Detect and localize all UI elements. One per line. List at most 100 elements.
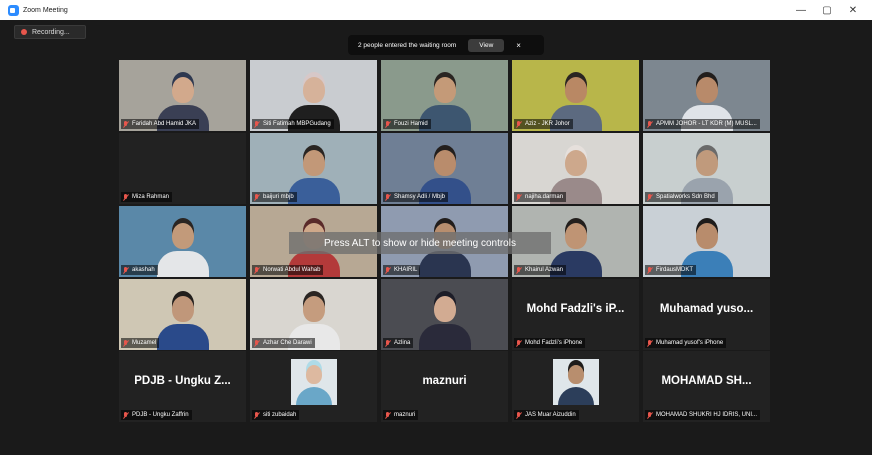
participant-name-label: najiha.darman: [514, 192, 567, 202]
figure-body: [156, 324, 209, 350]
participant-tile[interactable]: Shamsy Adli / Mbjb: [381, 133, 508, 204]
participant-name-label: KHAIRIL: [383, 265, 421, 275]
figure-body: [418, 251, 471, 277]
participant-tile[interactable]: Azlina: [381, 279, 508, 350]
participant-video-figure: [156, 288, 210, 350]
figure-head: [564, 223, 587, 249]
figure-head: [171, 223, 194, 249]
participant-name-label: Faridah Abd Hamid JKA: [121, 119, 200, 129]
participant-tile[interactable]: APMM JOHOR - LT KDR (M) MUSL...: [643, 60, 770, 131]
mic-muted-icon: [647, 339, 653, 347]
participant-name: Muhamad yusof's iPhone: [656, 340, 724, 346]
profile-picture: [290, 359, 337, 405]
participant-tile[interactable]: PDJB - Ungku Z... PDJB - Ungku Zaffrin: [119, 351, 246, 422]
participant-tile[interactable]: maznuri maznuri: [381, 351, 508, 422]
mic-muted-icon: [385, 120, 391, 128]
profile-picture: [552, 359, 599, 405]
participant-name-label: Miza Rahman: [121, 192, 173, 202]
participant-name-label: JAS Muar Aizuddin: [514, 410, 579, 420]
participant-tile[interactable]: JAS Muar Aizuddin: [512, 351, 639, 422]
participant-tile[interactable]: Muhamad yuso... Muhamad yusof's iPhone: [643, 279, 770, 350]
figure-head: [695, 150, 718, 176]
participant-name-label: Shamsy Adli / Mbjb: [383, 192, 449, 202]
waiting-room-notification: 2 people entered the waiting room View ×: [348, 35, 544, 55]
window-titlebar: Zoom Meeting — ▢ ✕: [0, 0, 872, 20]
participant-name: Miza Rahman: [132, 194, 170, 200]
participant-tile[interactable]: Azhar Che Darawi: [250, 279, 377, 350]
participant-name: Spatialworks Sdn Bhd: [656, 194, 715, 200]
participant-name: baijuri mbjb: [263, 194, 294, 200]
mic-muted-icon: [123, 339, 129, 347]
mic-muted-icon: [385, 339, 391, 347]
mic-muted-icon: [123, 120, 129, 128]
participant-name-label: Spatialworks Sdn Bhd: [645, 192, 718, 202]
figure-body: [557, 387, 594, 405]
mic-muted-icon: [647, 120, 653, 128]
figure-head: [171, 77, 194, 103]
figure-head: [567, 365, 584, 384]
figure-head: [433, 77, 456, 103]
figure-head: [302, 296, 325, 322]
participant-name-label: MOHAMAD SHUKRI HJ IDRIS, UNI...: [645, 410, 761, 420]
participant-tile[interactable]: najiha.darman: [512, 133, 639, 204]
figure-body: [156, 251, 209, 277]
participant-tile[interactable]: Siti Fatimah MBPGudang: [250, 60, 377, 131]
participant-tile[interactable]: Muzamel: [119, 279, 246, 350]
participant-name: PDJB - Ungku Zaffrin: [132, 412, 189, 418]
participant-tile[interactable]: Spatialworks Sdn Bhd: [643, 133, 770, 204]
recording-dot-icon: [21, 29, 27, 35]
recording-label: Recording...: [32, 28, 70, 36]
participant-tile[interactable]: akashah: [119, 206, 246, 277]
participant-tile[interactable]: Aziz - JKR Johor: [512, 60, 639, 131]
zoom-app-icon: [8, 4, 19, 16]
participant-name: Azhar Che Darawi: [263, 340, 312, 346]
figure-head: [564, 77, 587, 103]
figure-head: [695, 77, 718, 103]
figure-head: [564, 150, 587, 176]
mic-muted-icon: [123, 411, 129, 419]
figure-head: [305, 365, 322, 384]
participant-tile[interactable]: FirdausMDKT: [643, 206, 770, 277]
close-notification-icon[interactable]: ×: [516, 41, 521, 50]
maximize-button[interactable]: ▢: [814, 5, 840, 16]
close-window-button[interactable]: ✕: [840, 5, 866, 16]
mic-muted-icon: [516, 339, 522, 347]
participant-tile[interactable]: siti zubaidah: [250, 351, 377, 422]
participant-name-label: baijuri mbjb: [252, 192, 297, 202]
participant-name-label: FirdausMDKT: [645, 265, 697, 275]
mic-muted-icon: [254, 120, 260, 128]
participant-name: najiha.darman: [525, 194, 564, 200]
mic-muted-icon: [385, 411, 391, 419]
participant-name-label: Muzamel: [121, 338, 160, 348]
participant-name: Muzamel: [132, 340, 157, 346]
participant-tile[interactable]: MOHAMAD SH... MOHAMAD SHUKRI HJ IDRIS, UN…: [643, 351, 770, 422]
participant-tile[interactable]: Mohd Fadzli's iP... Mohd Fadzli's iPhone: [512, 279, 639, 350]
participant-tile[interactable]: Fouzi Hamid: [381, 60, 508, 131]
participant-name: Siti Fatimah MBPGudang: [263, 121, 331, 127]
participant-name-label: Norwati Abdul Wahab: [252, 265, 324, 275]
mic-muted-icon: [647, 266, 653, 274]
mic-muted-icon: [385, 193, 391, 201]
figure-head: [433, 296, 456, 322]
figure-head: [302, 77, 325, 103]
minimize-button[interactable]: —: [788, 5, 814, 16]
participant-name: MOHAMAD SHUKRI HJ IDRIS, UNI...: [656, 412, 758, 418]
mic-muted-icon: [254, 339, 260, 347]
mic-muted-icon: [516, 411, 522, 419]
participant-tile[interactable]: Miza Rahman: [119, 133, 246, 204]
recording-indicator[interactable]: Recording...: [14, 25, 86, 39]
participant-name: Fouzi Hamid: [394, 121, 428, 127]
profile-figure: [553, 359, 599, 405]
window-controls: — ▢ ✕: [788, 0, 866, 20]
participant-name: Azlina: [394, 340, 411, 346]
view-waiting-room-button[interactable]: View: [468, 38, 505, 52]
participant-name: APMM JOHOR - LT KDR (M) MUSL...: [656, 121, 757, 127]
participant-name-label: PDJB - Ungku Zaffrin: [121, 410, 192, 420]
figure-head: [695, 223, 718, 249]
mic-muted-icon: [516, 120, 522, 128]
participant-name: akashah: [132, 267, 155, 273]
participant-display-name: maznuri: [422, 375, 467, 387]
mic-muted-icon: [123, 193, 129, 201]
participant-tile[interactable]: Faridah Abd Hamid JKA: [119, 60, 246, 131]
participant-tile[interactable]: baijuri mbjb: [250, 133, 377, 204]
